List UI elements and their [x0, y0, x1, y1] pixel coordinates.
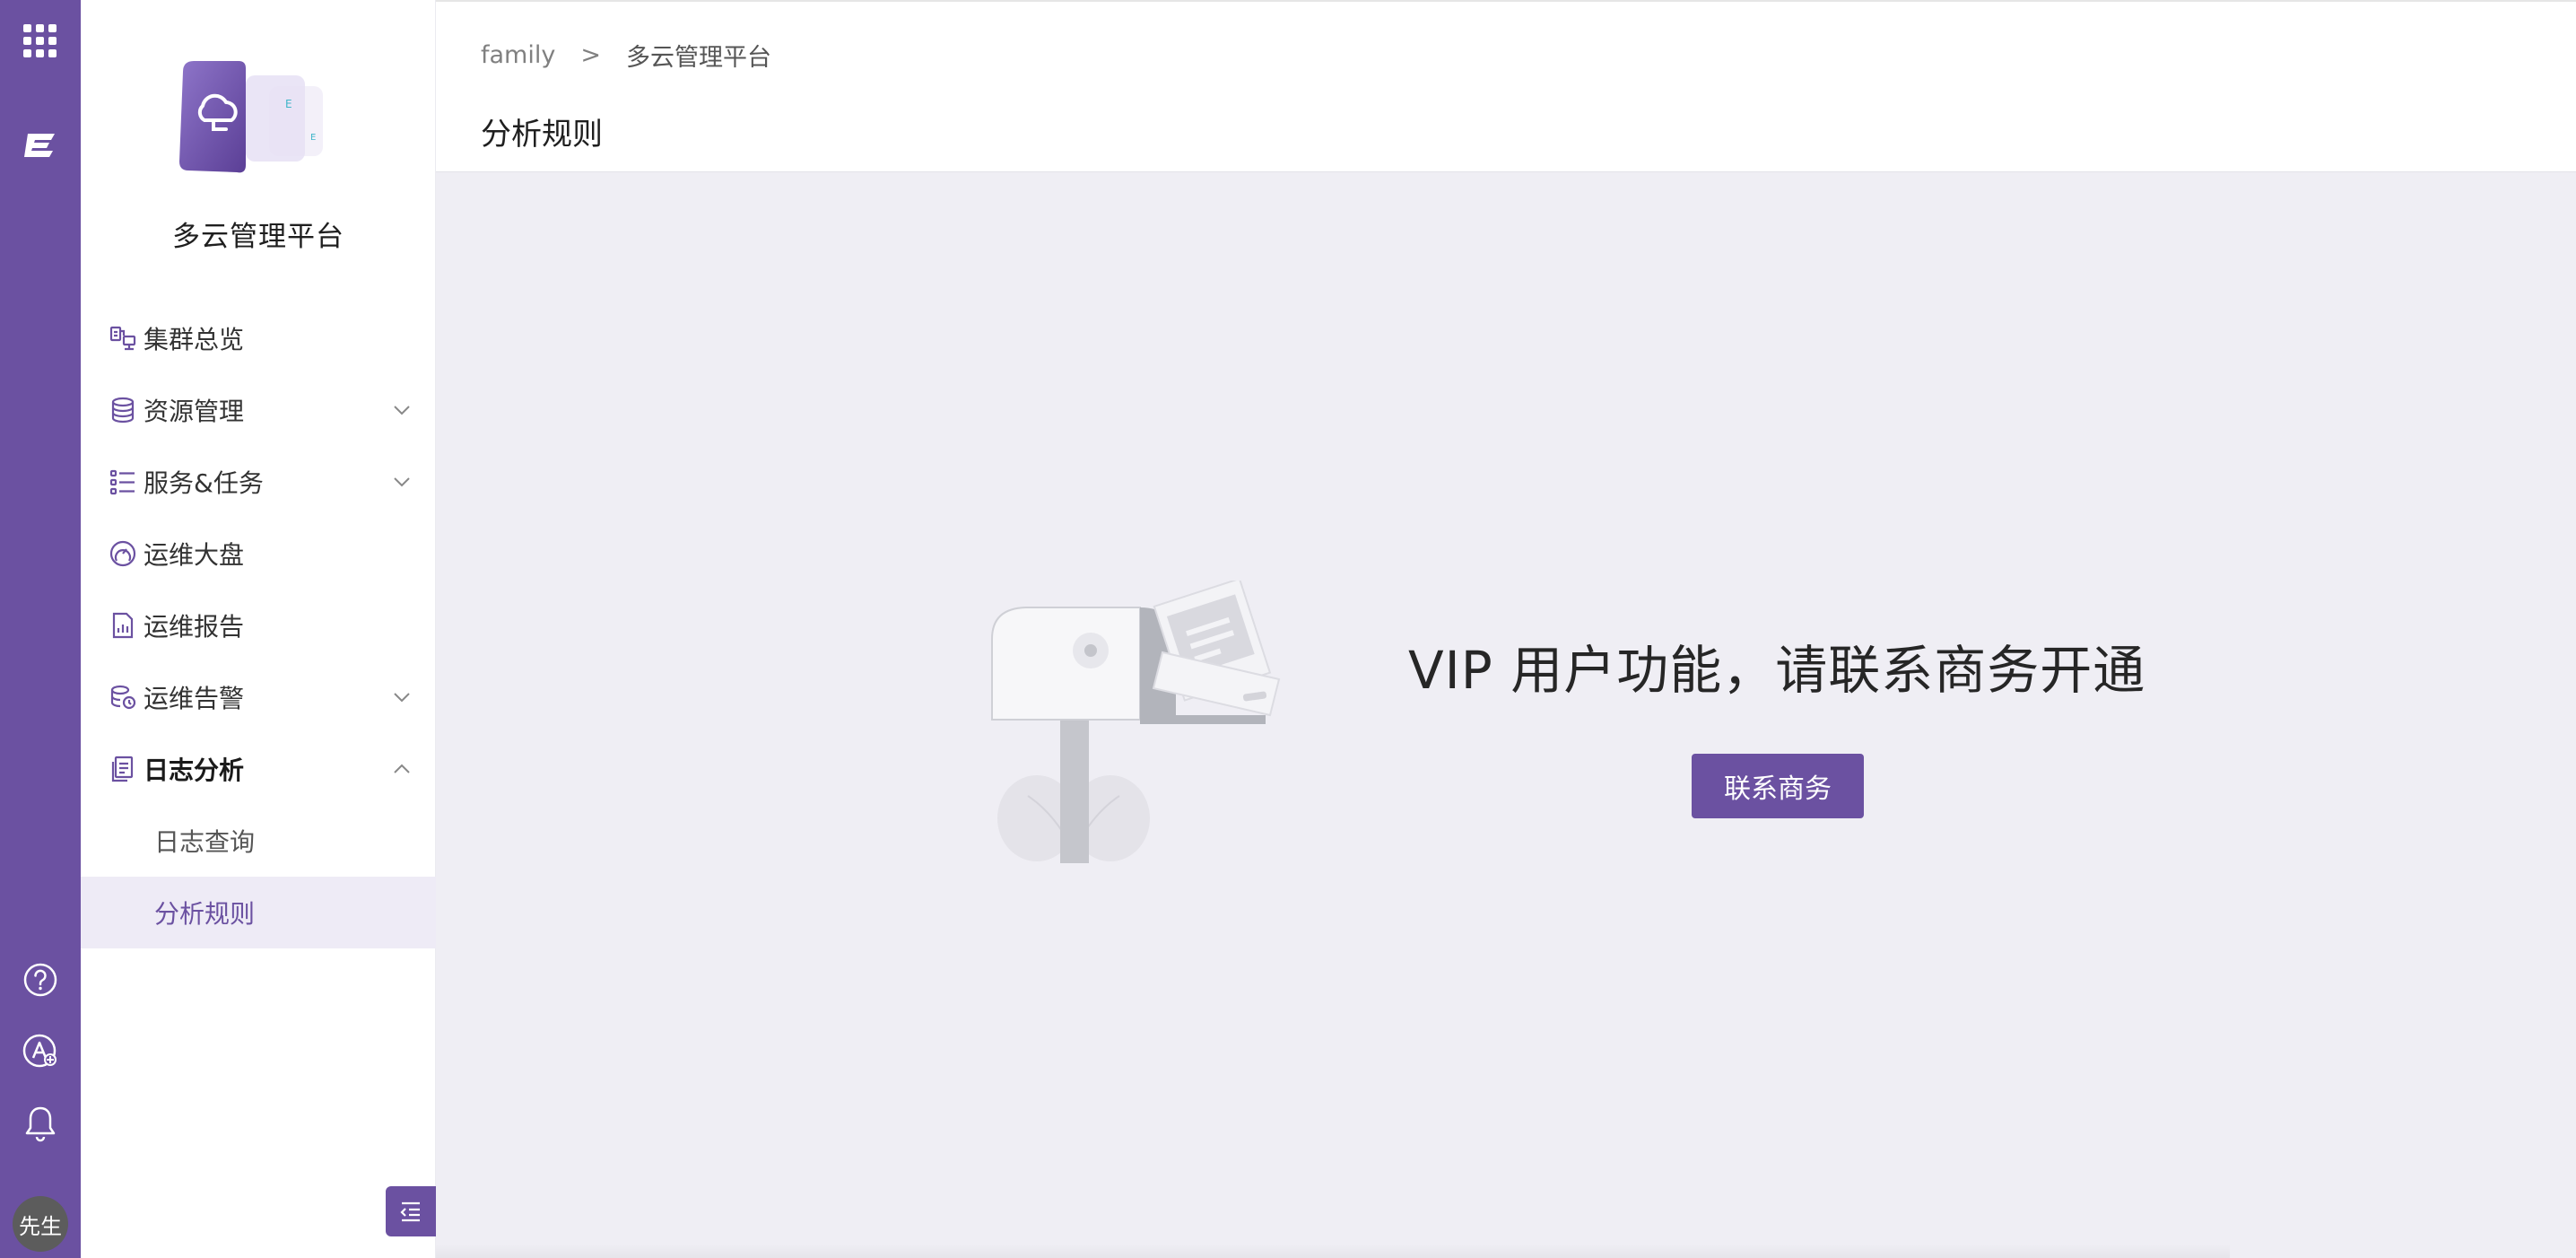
vip-notice-text: VIP 用户功能，请联系商务开通: [1408, 640, 2146, 701]
notification-bell-icon[interactable]: [0, 1098, 81, 1149]
alarm-icon: [108, 682, 138, 712]
sidebar-item-label: 服务&任务: [144, 468, 264, 498]
apps-grid-icon[interactable]: [0, 16, 81, 66]
sidebar-item-label: 运维报告: [144, 612, 245, 642]
sidebar-item-ops-report[interactable]: 运维报告: [81, 590, 436, 661]
chevron-down-icon: [394, 406, 410, 415]
sidebar-menu: 集群总览 资源管理 服务&任务 运维大盘 运维报告 运维告警 日志分析 日志查询…: [81, 302, 436, 948]
sidebar-item-ops-dashboard[interactable]: 运维大盘: [81, 518, 436, 590]
platform-logo-icon: E E: [170, 54, 350, 188]
language-icon[interactable]: [0, 1026, 81, 1077]
chevron-down-icon: [394, 477, 410, 487]
sidebar-subitem-log-query[interactable]: 日志查询: [81, 805, 436, 877]
dashboard-icon: [108, 538, 138, 569]
sidebar-item-label: 运维告警: [144, 684, 245, 713]
breadcrumb-item-current: 多云管理平台: [625, 44, 771, 72]
page-header: family > 多云管理平台 分析规则: [436, 0, 2576, 172]
company-logo-icon[interactable]: [0, 120, 81, 170]
sidebar-item-label: 集群总览: [144, 325, 245, 354]
svg-text:E: E: [285, 98, 292, 110]
svg-text:E: E: [310, 133, 316, 143]
contact-sales-button[interactable]: 联系商务: [1692, 754, 1864, 818]
sidebar-item-cluster-overview[interactable]: 集群总览: [81, 302, 436, 374]
sidebar: E E 多云管理平台 集群总览 资源管理 服务&任务 运维大盘 运维报告 运维告…: [81, 0, 436, 1258]
sidebar-item-log-analysis[interactable]: 日志分析: [81, 733, 436, 805]
sidebar-item-label: 日志分析: [144, 756, 245, 785]
bottom-shadow: [436, 1244, 2230, 1258]
report-icon: [108, 610, 138, 641]
chevron-down-icon: [394, 693, 410, 703]
cluster-icon: [108, 323, 138, 354]
collapse-menu-icon: [400, 1201, 420, 1222]
avatar-text: 先生: [13, 1196, 68, 1252]
help-icon[interactable]: [0, 955, 81, 1005]
sidebar-item-resource-management[interactable]: 资源管理: [81, 374, 436, 446]
sidebar-item-services-tasks[interactable]: 服务&任务: [81, 446, 436, 518]
breadcrumb-item-family[interactable]: family: [481, 41, 555, 69]
user-avatar[interactable]: 先生: [0, 1196, 81, 1252]
page-title: 分析规则: [481, 117, 603, 153]
database-icon: [108, 395, 138, 425]
log-icon: [108, 754, 138, 784]
main-content: VIP 用户功能，请联系商务开通 联系商务: [436, 172, 2576, 1258]
breadcrumb: family > 多云管理平台: [481, 38, 771, 73]
chevron-up-icon: [394, 764, 410, 773]
sidebar-subitem-analysis-rules[interactable]: 分析规则: [81, 877, 436, 948]
app-rail: 先生: [0, 0, 81, 1258]
platform-name: 多云管理平台: [172, 221, 344, 253]
sidebar-item-label: 运维大盘: [144, 540, 245, 570]
sidebar-item-label: 资源管理: [144, 397, 245, 426]
sidebar-item-ops-alarm[interactable]: 运维告警: [81, 661, 436, 733]
list-icon: [108, 467, 138, 497]
collapse-sidebar-button[interactable]: [386, 1186, 436, 1236]
mailbox-illustration-icon: [974, 577, 1315, 868]
breadcrumb-separator: >: [580, 41, 601, 69]
